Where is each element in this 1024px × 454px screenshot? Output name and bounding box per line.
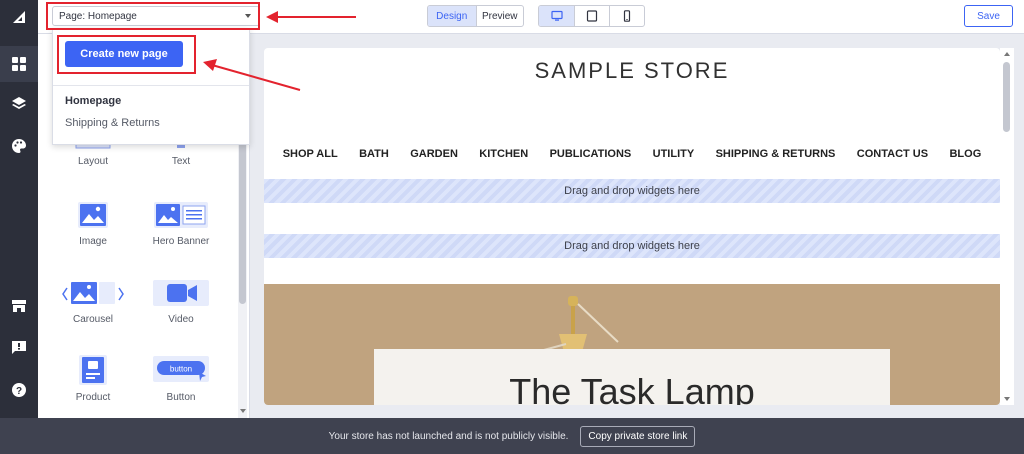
help-icon: ? — [12, 383, 26, 397]
theme-styles-rail-button[interactable] — [0, 128, 38, 164]
mode-toggle: Design Preview — [427, 5, 524, 27]
widget-label: Image — [79, 236, 107, 247]
storefront-icon — [12, 300, 26, 312]
hero-banner: The Task Lamp — [264, 284, 1000, 405]
hero-banner-icon — [154, 202, 208, 228]
feedback-rail-button[interactable] — [0, 330, 38, 366]
carousel-icon — [62, 282, 124, 304]
scroll-up-icon[interactable] — [1004, 52, 1010, 56]
store-nav: SHOP ALL BATH GARDEN KITCHEN PUBLICATION… — [264, 148, 1000, 160]
launch-notice-message: Your store has not launched and is not p… — [328, 430, 569, 442]
scroll-down-icon[interactable] — [240, 409, 246, 413]
storefront-rail-button[interactable] — [0, 288, 38, 324]
widget-label: Hero Banner — [152, 236, 210, 247]
help-rail-button[interactable]: ? — [0, 372, 38, 408]
dropdown-divider — [53, 85, 249, 86]
grid-icon — [12, 57, 26, 71]
widget-dropzone[interactable]: Drag and drop widgets here — [264, 179, 1000, 203]
store-title: SAMPLE STORE — [534, 58, 730, 83]
palette-icon — [12, 139, 26, 153]
nav-item[interactable]: BATH — [359, 148, 389, 160]
widgets-rail-button[interactable] — [0, 46, 38, 82]
hero-title: The Task Lamp — [509, 371, 755, 405]
feedback-icon — [12, 341, 26, 354]
copy-private-link-button[interactable]: Copy private store link — [580, 425, 696, 447]
tablet-icon — [586, 10, 598, 22]
canvas-scroll-thumb[interactable] — [1003, 62, 1010, 132]
widget-product[interactable]: Product — [48, 354, 138, 403]
nav-item[interactable]: UTILITY — [653, 148, 695, 160]
layers-rail-button[interactable] — [0, 86, 38, 122]
video-icon — [153, 280, 209, 306]
nav-item[interactable]: KITCHEN — [479, 148, 528, 160]
left-rail: ? — [0, 0, 38, 418]
widget-video[interactable]: Video — [136, 278, 226, 325]
device-toggle — [538, 5, 645, 27]
widget-label: Button — [166, 392, 196, 403]
mobile-icon — [623, 10, 631, 22]
page-option-shipping-returns[interactable]: Shipping & Returns — [65, 117, 160, 129]
canvas-scrollbar[interactable] — [1000, 48, 1014, 405]
store-preview-canvas: SAMPLE STORE SHOP ALL BATH GARDEN KITCHE… — [264, 48, 1000, 405]
layers-icon — [12, 97, 26, 109]
design-mode-button[interactable]: Design — [428, 6, 476, 26]
launch-notice-bar: Your store has not launched and is not p… — [0, 418, 1024, 454]
widget-dropzone[interactable]: Drag and drop widgets here — [264, 234, 1000, 258]
nav-item[interactable]: GARDEN — [410, 148, 458, 160]
button-icon-text: button — [170, 365, 192, 374]
mobile-view-button[interactable] — [609, 6, 644, 26]
nav-item[interactable]: SHIPPING & RETURNS — [716, 148, 836, 160]
tablet-view-button[interactable] — [574, 6, 609, 26]
widget-hero-banner[interactable]: Hero Banner — [136, 200, 226, 247]
save-button[interactable]: Save — [964, 5, 1013, 27]
preview-mode-button[interactable]: Preview — [475, 6, 524, 26]
nav-item[interactable]: BLOG — [949, 148, 981, 160]
nav-item[interactable]: SHOP ALL — [283, 148, 338, 160]
product-icon — [79, 355, 107, 385]
button-icon: button — [153, 356, 209, 382]
bigcommerce-logo-icon — [13, 11, 25, 23]
page-option-homepage[interactable]: Homepage — [65, 95, 121, 107]
widget-label: Video — [168, 314, 194, 325]
widget-image[interactable]: Image — [48, 200, 138, 247]
widget-label: Product — [75, 392, 111, 403]
nav-item[interactable]: PUBLICATIONS — [550, 148, 632, 160]
annotation-highlight-page-select — [46, 2, 260, 30]
widget-label: Text — [171, 156, 191, 167]
desktop-view-button[interactable] — [539, 6, 574, 26]
desktop-icon — [550, 10, 563, 21]
scroll-down-icon[interactable] — [1004, 397, 1010, 401]
nav-item[interactable]: CONTACT US — [857, 148, 928, 160]
widget-label: Carousel — [72, 314, 114, 325]
widget-button[interactable]: button Button — [136, 354, 226, 403]
hero-card: The Task Lamp — [374, 349, 890, 405]
widget-carousel[interactable]: Carousel — [48, 278, 138, 325]
widget-label: Layout — [77, 156, 109, 167]
annotation-highlight-create-button — [57, 35, 196, 74]
svg-text:?: ? — [16, 386, 22, 397]
image-icon — [78, 202, 108, 228]
